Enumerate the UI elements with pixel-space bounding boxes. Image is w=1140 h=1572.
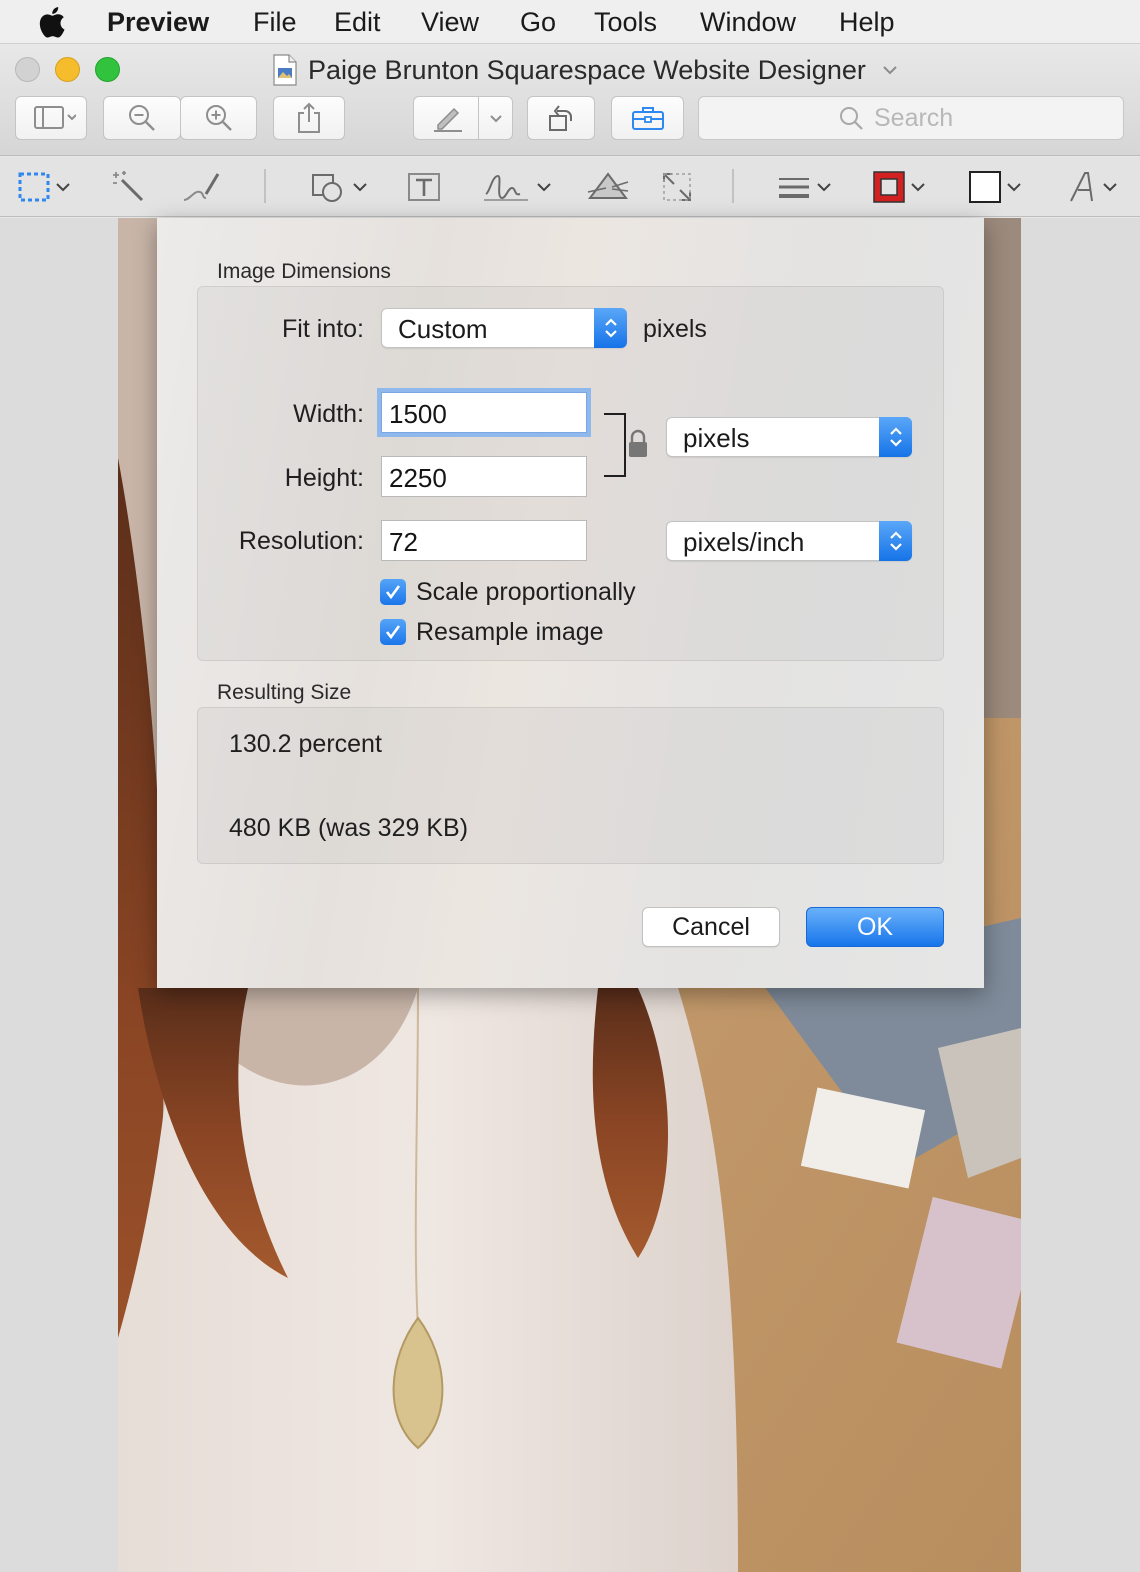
search-input[interactable]	[874, 103, 984, 133]
zoom-out-button[interactable]	[103, 96, 181, 140]
resample-image-checkbox[interactable]	[380, 619, 406, 645]
resize-icon	[663, 173, 691, 201]
text-tool[interactable]	[406, 167, 442, 207]
adjust-size-tool[interactable]	[660, 167, 694, 207]
zoom-window-button[interactable]	[95, 57, 120, 82]
prism-icon	[587, 172, 629, 199]
line-style-tool[interactable]	[776, 167, 832, 207]
text-style-icon	[1070, 172, 1093, 202]
border-color-tool[interactable]	[872, 167, 926, 207]
sidebar-view-button[interactable]	[15, 96, 87, 140]
checkmark-icon	[385, 625, 401, 640]
resolution-field[interactable]	[381, 520, 587, 561]
text-style-tool[interactable]	[1068, 167, 1118, 207]
window-title[interactable]: Paige Brunton Squarespace Website Design…	[272, 53, 898, 87]
resolution-unit-value: pixels/inch	[683, 527, 805, 557]
menu-app-preview[interactable]: Preview	[107, 6, 209, 38]
scale-proportionally-label[interactable]: Scale proportionally	[416, 578, 636, 607]
menu-view[interactable]: View	[421, 6, 479, 38]
adjust-size-dialog: Image Dimensions Fit into: Custom pixels…	[157, 218, 984, 988]
popup-stepper-icon	[879, 417, 912, 457]
fill-color-swatch-icon	[969, 171, 1001, 203]
sidebar-icon	[34, 106, 76, 129]
signature-tool[interactable]	[482, 167, 552, 207]
menu-tools[interactable]: Tools	[594, 6, 657, 38]
markup-toolbar	[0, 157, 1140, 217]
menu-go[interactable]: Go	[520, 6, 556, 38]
border-color-swatch-icon	[873, 171, 905, 203]
zoom-in-icon	[205, 105, 232, 131]
sketch-tool[interactable]	[182, 167, 222, 207]
zoom-in-button[interactable]	[180, 96, 257, 140]
chevron-down-icon	[56, 183, 70, 192]
markup-pen-button[interactable]	[413, 96, 513, 140]
search-icon	[840, 107, 863, 130]
shapes-tool[interactable]	[310, 167, 368, 207]
share-button[interactable]	[273, 96, 345, 140]
close-window-button[interactable]	[15, 57, 40, 82]
image-dimensions-label: Image Dimensions	[217, 260, 391, 283]
zoom-out-icon	[129, 105, 155, 131]
highlighter-pen-icon	[434, 107, 462, 132]
fill-color-tool[interactable]	[968, 167, 1022, 207]
resulting-size-label: Resulting Size	[217, 681, 352, 704]
menu-help[interactable]: Help	[839, 6, 895, 38]
fit-into-unit: pixels	[643, 315, 707, 343]
resolution-unit-popup[interactable]: pixels/inch	[666, 521, 912, 561]
fit-into-value: Custom	[398, 314, 488, 344]
lock-aspect-ratio-icon[interactable]	[603, 412, 649, 478]
chevron-down-icon	[1007, 183, 1021, 192]
rectangular-selection-icon	[18, 172, 50, 202]
menu-bar: Preview File Edit View Go Tools Window H…	[0, 0, 1140, 44]
window-title-text: Paige Brunton Squarespace Website Design…	[308, 54, 866, 85]
chevron-down-icon	[490, 115, 502, 123]
share-icon	[298, 102, 320, 133]
chevron-down-icon	[353, 183, 367, 192]
signature-icon	[484, 174, 528, 201]
chevron-down-icon	[911, 183, 925, 192]
chevron-down-icon	[817, 183, 831, 192]
selection-tool[interactable]	[17, 167, 71, 207]
resolution-label: Resolution:	[238, 527, 364, 555]
fit-into-popup[interactable]: Custom	[381, 308, 627, 348]
menu-window[interactable]: Window	[700, 6, 796, 38]
rotate-left-icon	[549, 105, 572, 131]
resulting-file-size: 480 KB (was 329 KB)	[229, 814, 469, 842]
width-label: Width:	[293, 400, 364, 428]
markup-toolbar-button[interactable]	[611, 96, 684, 140]
ok-button[interactable]: OK	[806, 907, 944, 947]
size-unit-popup[interactable]: pixels	[666, 417, 912, 457]
text-box-icon	[408, 173, 440, 201]
shapes-icon	[312, 174, 342, 202]
chevron-down-icon	[1103, 183, 1117, 192]
rotate-button[interactable]	[527, 96, 595, 140]
sketch-pen-icon	[183, 173, 220, 201]
size-unit-value: pixels	[683, 423, 750, 453]
magic-wand-icon	[113, 171, 144, 202]
cancel-button[interactable]: Cancel	[642, 907, 780, 947]
chevron-down-icon	[883, 66, 897, 75]
resulting-percent: 130.2 percent	[229, 730, 382, 758]
height-label: Height:	[284, 464, 364, 492]
menu-file[interactable]: File	[253, 6, 297, 38]
window-toolbar: Paige Brunton Squarespace Website Design…	[0, 44, 1140, 156]
instant-alpha-tool[interactable]	[110, 167, 146, 207]
search-field[interactable]	[698, 96, 1124, 140]
fit-into-label: Fit into:	[282, 315, 364, 343]
scale-proportionally-checkbox[interactable]	[380, 579, 406, 605]
document-icon	[273, 54, 297, 86]
minimize-window-button[interactable]	[55, 57, 80, 82]
popup-stepper-icon	[594, 308, 627, 348]
popup-stepper-icon	[879, 521, 912, 561]
apple-logo-icon[interactable]	[38, 4, 70, 40]
width-field[interactable]	[381, 392, 587, 433]
checkmark-icon	[385, 585, 401, 600]
toolbox-icon	[631, 107, 664, 130]
line-weight-icon	[779, 178, 809, 198]
chevron-down-icon	[537, 183, 551, 192]
menu-edit[interactable]: Edit	[334, 6, 381, 38]
adjust-color-tool[interactable]	[586, 167, 630, 207]
height-field[interactable]	[381, 456, 587, 497]
resample-image-label[interactable]: Resample image	[416, 618, 604, 647]
